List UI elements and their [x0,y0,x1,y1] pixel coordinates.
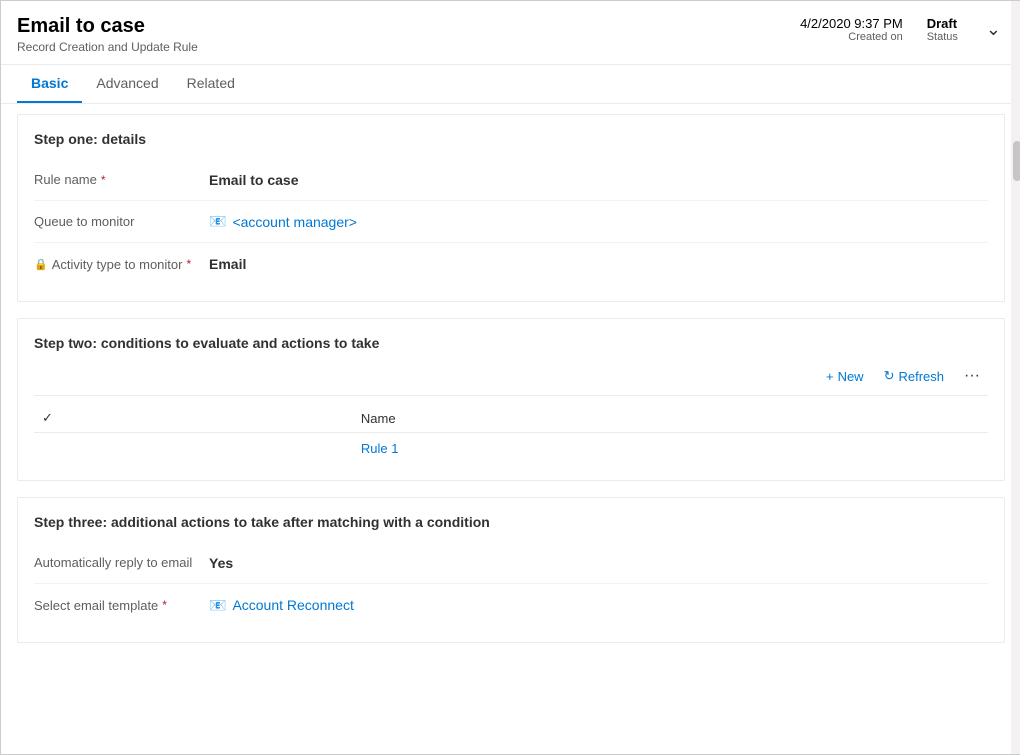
page-wrapper: Email to case Record Creation and Update… [1,1,1020,754]
col-name-header: Name [353,404,988,433]
step-two-toolbar: + New ↻ Refresh ··· [34,363,988,396]
value-queue-monitor[interactable]: 📧 <account manager> [209,213,988,230]
field-auto-reply: Automatically reply to email Yes [34,542,988,584]
required-star-template: * [162,598,167,612]
label-auto-reply-text: Automatically reply to email [34,555,192,570]
row-check [34,433,353,465]
required-star-activity: * [186,257,191,271]
field-rule-name: Rule name * Email to case [34,159,988,201]
value-email-template[interactable]: 📧 Account Reconnect [209,597,988,614]
tabs-bar: Basic Advanced Related [1,65,1020,104]
field-email-template: Select email template * 📧 Account Reconn… [34,584,988,626]
main-content: Step one: details Rule name * Email to c… [1,104,1020,747]
status-dropdown-button[interactable]: ⌄ [982,15,1005,44]
field-activity-type: 🔒 Activity type to monitor * Email [34,243,988,285]
step-three-card: Step three: additional actions to take a… [17,497,1005,643]
value-auto-reply: Yes [209,555,988,571]
step-two-card: Step two: conditions to evaluate and act… [17,318,1005,481]
step-one-title: Step one: details [34,131,988,147]
refresh-label: Refresh [898,369,944,384]
refresh-icon: ↻ [884,368,895,384]
tab-related[interactable]: Related [173,65,249,103]
status-block: Draft Status [927,16,958,43]
check-icon-header: ✓ [42,410,53,425]
label-activity-type: 🔒 Activity type to monitor * [34,257,209,272]
scrollbar[interactable] [1011,1,1020,754]
field-queue-monitor: Queue to monitor 📧 <account manager> [34,201,988,243]
label-rule-name: Rule name * [34,172,209,187]
created-on-label: Created on [800,31,903,43]
status-label: Status [927,31,958,43]
page-title: Email to case [17,15,198,38]
queue-link-icon: 📧 [209,213,226,230]
label-auto-reply: Automatically reply to email [34,555,209,570]
label-queue-monitor: Queue to monitor [34,214,209,229]
more-options-button[interactable]: ··· [956,363,988,389]
col-check: ✓ [34,404,353,433]
label-queue-monitor-text: Queue to monitor [34,214,134,229]
created-on-block: 4/2/2020 9:37 PM Created on [800,16,903,43]
template-link-text: Account Reconnect [232,597,353,613]
header: Email to case Record Creation and Update… [1,1,1020,65]
table-row: Rule 1 [34,433,988,465]
refresh-button[interactable]: ↻ Refresh [876,364,952,388]
rule-name-link[interactable]: Rule 1 [353,433,988,465]
header-right: 4/2/2020 9:37 PM Created on Draft Status… [800,15,1005,44]
label-email-template-text: Select email template [34,598,158,613]
label-activity-type-text: Activity type to monitor [52,257,183,272]
step-one-card: Step one: details Rule name * Email to c… [17,114,1005,302]
value-activity-type: Email [209,256,988,272]
header-left: Email to case Record Creation and Update… [17,15,198,54]
new-label: New [838,369,864,384]
label-rule-name-text: Rule name [34,172,97,187]
created-on-value: 4/2/2020 9:37 PM [800,16,903,31]
tab-advanced[interactable]: Advanced [82,65,172,103]
template-link-icon: 📧 [209,597,226,614]
plus-icon: + [826,369,834,384]
required-star-rule-name: * [101,173,106,187]
status-value: Draft [927,16,958,31]
value-rule-name: Email to case [209,172,988,188]
tab-basic[interactable]: Basic [17,65,82,103]
new-button[interactable]: + New [818,365,872,388]
page-subtitle: Record Creation and Update Rule [17,40,198,54]
scrollbar-thumb[interactable] [1013,141,1020,181]
label-email-template: Select email template * [34,598,209,613]
lock-icon-activity: 🔒 [34,258,48,271]
queue-link-text: <account manager> [232,214,357,230]
step-three-title: Step three: additional actions to take a… [34,514,988,530]
step-two-title: Step two: conditions to evaluate and act… [34,335,988,351]
rules-table: ✓ Name Rule 1 [34,404,988,464]
